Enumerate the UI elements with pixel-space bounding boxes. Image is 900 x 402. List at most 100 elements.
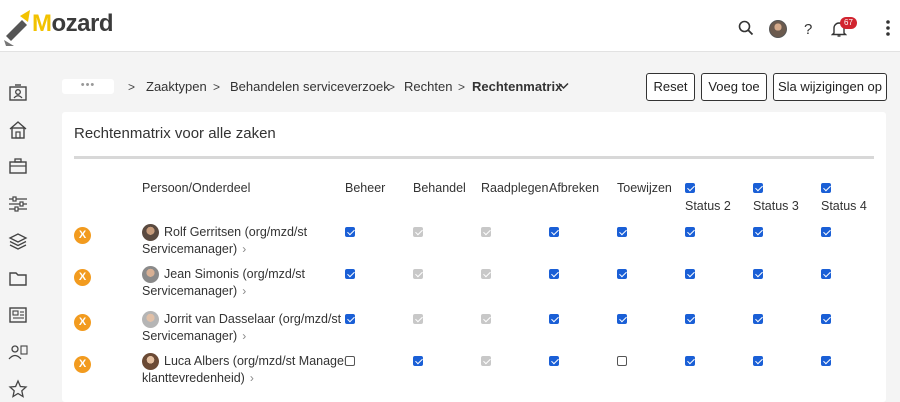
chevron-right-icon[interactable]: › [242,242,246,256]
breadcrumb-current: Rechtenmatrix [472,79,563,94]
breadcrumb-separator: > [128,80,136,94]
home-icon[interactable] [8,120,28,140]
col-header-person: Persoon/Onderdeel [142,181,251,195]
behandel-checkbox[interactable] [413,356,423,366]
contact-card-icon[interactable] [8,83,28,103]
briefcase-icon[interactable] [8,156,28,176]
person-role-label: klanttevredenheid) [142,371,245,385]
person-name[interactable]: Luca Albers (org/mzd/st Manager [164,354,348,368]
afbreken-checkbox[interactable] [549,356,559,366]
col-header-status-3: Status 3 [753,199,799,213]
beheer-checkbox[interactable] [345,227,355,237]
breadcrumb-item-behandelen[interactable]: Behandelen serviceverzoek [230,79,390,94]
chevron-down-icon[interactable] [558,82,569,90]
avatar [142,224,159,241]
svg-text:?: ? [804,21,812,37]
person-role[interactable]: Servicemanager) › [142,284,246,298]
remove-row-button[interactable]: X [74,227,91,244]
chevron-right-icon[interactable]: › [242,329,246,343]
status-4-checkbox[interactable] [821,314,831,324]
folder-icon[interactable] [8,268,28,288]
person-name[interactable]: Jean Simonis (org/mzd/st [164,267,305,281]
status-2-checkbox[interactable] [685,356,695,366]
logo-text: Mozard [32,10,114,37]
breadcrumb-item-rechten[interactable]: Rechten [404,79,452,94]
status-4-checkbox[interactable] [821,227,831,237]
col-header-raadplegen: Raadplegen [481,181,549,195]
toewijzen-checkbox[interactable] [617,227,627,237]
user-avatar[interactable] [769,20,787,38]
col-header-behandel: Behandel [413,181,466,195]
raadplegen-checkbox [481,227,491,237]
remove-row-button[interactable]: X [74,269,91,286]
star-icon[interactable] [8,379,28,399]
person-role-label: Servicemanager) [142,329,238,343]
remove-row-button[interactable]: X [74,314,91,331]
col-header-beheer: Beheer [345,181,386,195]
status-3-header-checkbox[interactable] [753,183,763,193]
avatar [142,311,159,328]
save-button[interactable]: Sla wijzigingen op [773,73,887,101]
card-title: Rechtenmatrix voor alle zaken [74,125,276,142]
person-name[interactable]: Jorrit van Dasselaar (org/mzd/st [164,312,341,326]
raadplegen-checkbox [481,314,491,324]
afbreken-checkbox[interactable] [549,227,559,237]
person-role[interactable]: klanttevredenheid) › [142,371,254,385]
status-4-header-checkbox[interactable] [821,183,831,193]
status-3-checkbox[interactable] [753,356,763,366]
status-4-checkbox[interactable] [821,269,831,279]
help-icon[interactable]: ? [803,21,815,37]
status-3-checkbox[interactable] [753,269,763,279]
status-2-checkbox[interactable] [685,269,695,279]
breadcrumb-separator: > [388,80,396,94]
beheer-checkbox[interactable] [345,314,355,324]
search-icon[interactable] [738,20,754,36]
person-name[interactable]: Rolf Gerritsen (org/mzd/st [164,225,307,239]
person-role-label: Servicemanager) [142,242,238,256]
toewijzen-checkbox[interactable] [617,269,627,279]
chevron-right-icon[interactable]: › [250,371,254,385]
behandel-checkbox [413,269,423,279]
col-header-status-2: Status 2 [685,199,731,213]
chevron-right-icon[interactable]: › [242,284,246,298]
reset-button[interactable]: Reset [646,73,695,101]
col-header-afbreken: Afbreken [549,181,600,195]
newspaper-icon[interactable] [8,305,28,325]
col-header-toewijzen: Toewijzen [617,181,672,195]
top-bar: Mozard ? 67 [0,0,900,52]
toewijzen-checkbox[interactable] [617,314,627,324]
status-2-checkbox[interactable] [685,227,695,237]
status-3-checkbox[interactable] [753,227,763,237]
user-group-icon[interactable] [8,342,28,362]
status-2-header-checkbox[interactable] [685,183,695,193]
layers-icon[interactable] [8,231,28,251]
notification-badge: 67 [840,17,857,29]
status-3-checkbox[interactable] [753,314,763,324]
person-role[interactable]: Servicemanager) › [142,242,246,256]
divider [74,156,874,159]
beheer-checkbox[interactable] [345,269,355,279]
person-role-label: Servicemanager) [142,284,238,298]
status-2-checkbox[interactable] [685,314,695,324]
breadcrumb-separator: > [213,80,221,94]
avatar [142,266,159,283]
afbreken-checkbox[interactable] [549,269,559,279]
sliders-icon[interactable] [8,194,28,214]
status-4-checkbox[interactable] [821,356,831,366]
add-button[interactable]: Voeg toe [701,73,767,101]
sidebar [0,53,38,398]
avatar [142,353,159,370]
beheer-checkbox[interactable] [345,356,355,366]
raadplegen-checkbox [481,269,491,279]
afbreken-checkbox[interactable] [549,314,559,324]
col-header-status-4: Status 4 [821,199,867,213]
person-role[interactable]: Servicemanager) › [142,329,246,343]
breadcrumb-overflow[interactable]: ••• [62,79,114,94]
remove-row-button[interactable]: X [74,356,91,373]
breadcrumb-item-zaaktypen[interactable]: Zaaktypen [146,79,207,94]
toewijzen-checkbox[interactable] [617,356,627,366]
raadplegen-checkbox [481,356,491,366]
behandel-checkbox [413,227,423,237]
more-vertical-icon[interactable] [884,19,892,37]
behandel-checkbox [413,314,423,324]
